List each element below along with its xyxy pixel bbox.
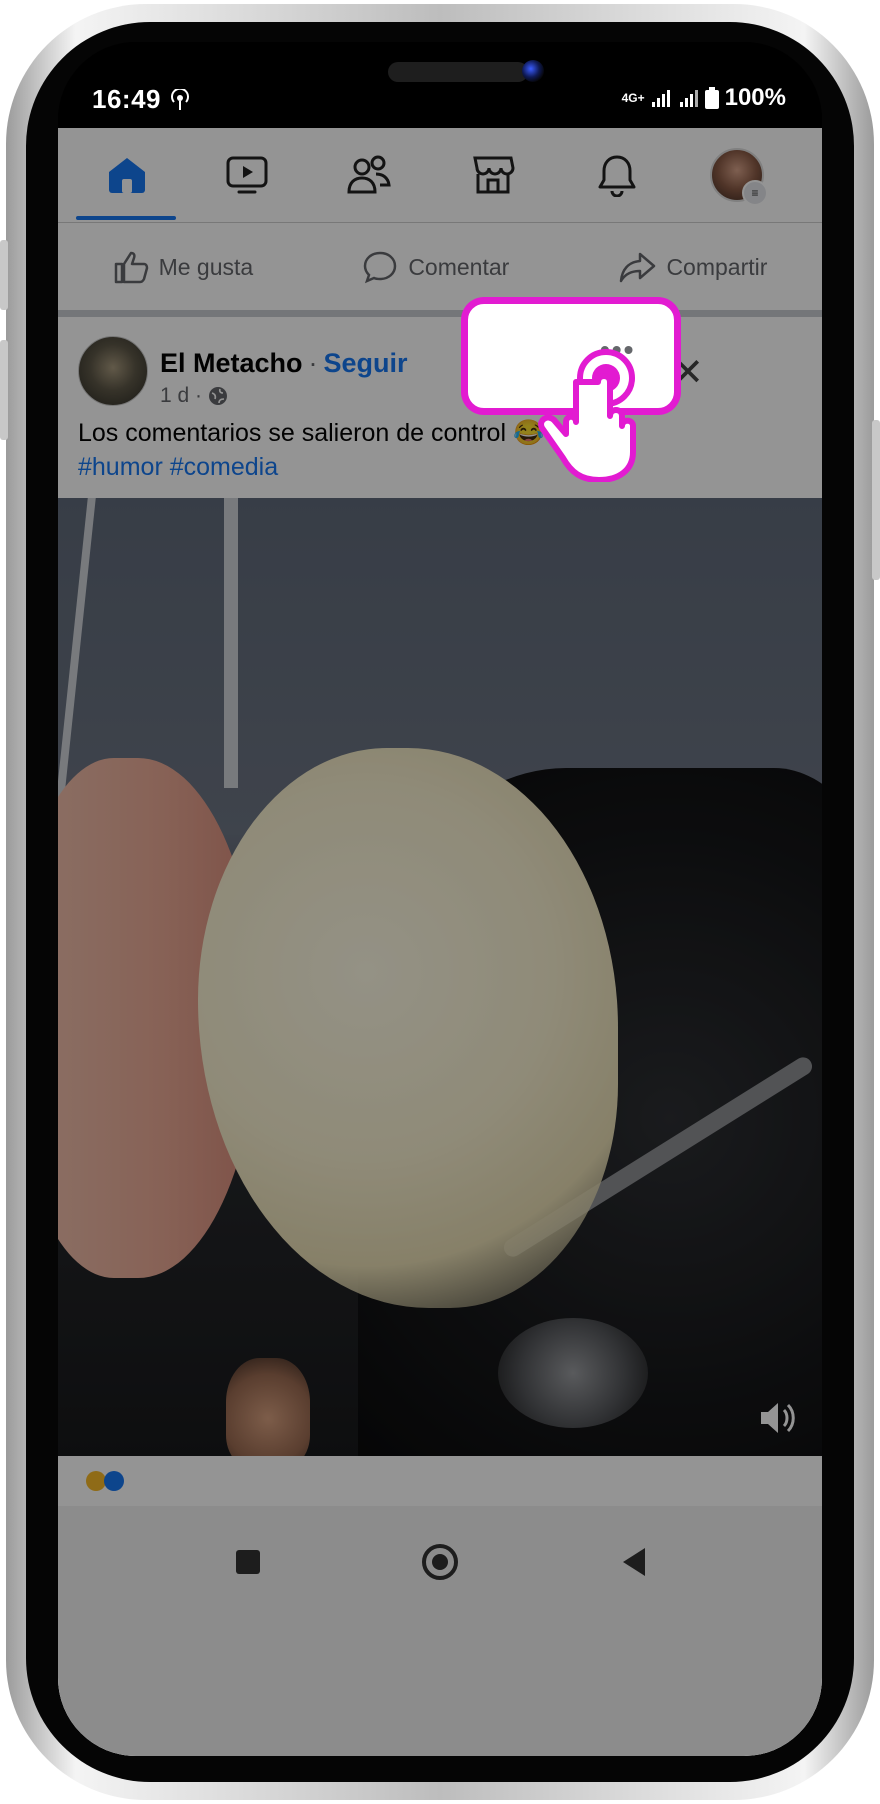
network-label: 4G+ [621, 91, 645, 105]
like-label: Me gusta [158, 253, 254, 280]
tab-notifications[interactable] [562, 128, 672, 222]
status-time: 16:49 [92, 84, 191, 115]
tap-hand-icon [538, 349, 636, 482]
status-icons: 4G+ 100% [622, 84, 786, 112]
side-button-right [872, 420, 880, 580]
volume-icon[interactable] [758, 1400, 798, 1436]
hashtags[interactable]: #humor #comedia [78, 450, 778, 484]
front-camera [522, 60, 544, 82]
comment-icon [364, 251, 397, 284]
like-button[interactable]: Me gusta [113, 250, 254, 284]
side-button-left-2 [0, 340, 8, 440]
post-header: El Metacho·Seguir 1 d · ••• ✕ [58, 318, 822, 408]
avatar: ≡ [710, 148, 768, 206]
marketplace-icon [473, 156, 515, 194]
wall-bar [224, 498, 238, 788]
tab-home[interactable] [72, 128, 182, 222]
post-meta: 1 d · [160, 384, 228, 408]
thumbs-up-icon [114, 251, 148, 284]
back-button[interactable] [604, 1532, 664, 1592]
menu-icon: ≡ [742, 180, 768, 206]
friends-icon [347, 155, 391, 194]
tab-profile-menu[interactable]: ≡ [682, 128, 792, 222]
author-avatar[interactable] [78, 336, 148, 406]
signal-icon [651, 90, 670, 107]
post-actions-bar: Me gusta Comentar Compartir [58, 224, 822, 317]
comment-label: Comentar [408, 253, 510, 280]
system-navigation-bar [58, 1506, 822, 1756]
author-line: El Metacho · Seguir [160, 348, 408, 379]
hotspot-icon [170, 87, 189, 110]
reaction-emoji-icon [86, 1471, 106, 1491]
side-button-left [0, 240, 8, 310]
circle-icon [422, 1544, 458, 1580]
author-name[interactable]: El Metacho [160, 348, 303, 378]
battery-icon [704, 87, 719, 109]
sink-drain [498, 1318, 648, 1428]
follow-button[interactable]: Seguir [324, 348, 408, 378]
caption-text: Los comentarios se salieron de control 😂 [78, 419, 545, 447]
earpiece-speaker [388, 62, 528, 82]
tab-marketplace[interactable] [438, 128, 548, 222]
post-caption: Los comentarios se salieron de control 😂… [78, 416, 778, 484]
facebook-app: ≡ Me gusta Comentar Compartir El Metacho… [58, 128, 822, 1756]
tab-video[interactable] [192, 128, 302, 222]
wall-bar [58, 498, 96, 798]
separator-dot: · [308, 348, 318, 378]
creator-face-sticker [226, 1358, 310, 1456]
phone-screen: 16:49 4G+ 100% ≡ Me gusta Comentar Compa… [58, 42, 822, 1756]
reactions-row [58, 1456, 822, 1506]
share-label: Compartir [666, 253, 768, 280]
active-tab-indicator [76, 216, 176, 220]
home-icon [109, 158, 145, 193]
status-bar: 16:49 4G+ 100% [58, 42, 822, 128]
recent-apps-button[interactable] [218, 1532, 278, 1592]
reaction-like-icon [104, 1471, 124, 1491]
bell-icon [598, 155, 636, 197]
comment-button[interactable]: Comentar [362, 250, 509, 284]
share-button[interactable]: Compartir [618, 251, 767, 283]
post-video[interactable] [58, 498, 822, 1456]
battery-level: 100% [724, 84, 786, 111]
signal-icon-2 [679, 90, 698, 107]
top-navigation: ≡ [58, 128, 822, 223]
bleached-hair [198, 748, 618, 1308]
tab-friends[interactable] [314, 128, 424, 222]
back-triangle-icon [623, 1548, 645, 1576]
video-icon [226, 156, 268, 194]
post-time: 1 d · [160, 384, 203, 407]
share-icon [620, 252, 656, 283]
home-button[interactable] [410, 1532, 470, 1592]
square-icon [236, 1550, 260, 1574]
globe-icon [209, 387, 228, 405]
